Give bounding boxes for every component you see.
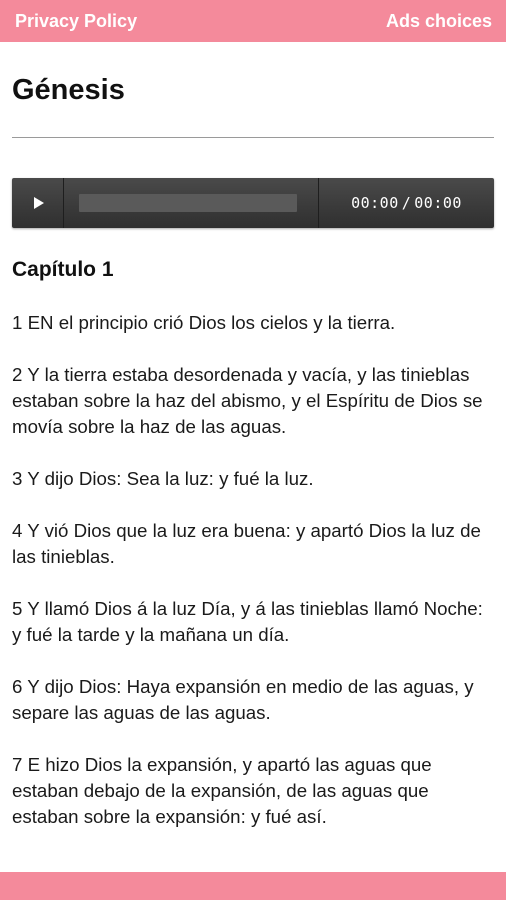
time-separator: / bbox=[401, 194, 412, 212]
bottom-bar bbox=[0, 872, 506, 900]
play-button[interactable] bbox=[12, 178, 64, 228]
time-display: 00:00/00:00 bbox=[319, 178, 494, 228]
verse: 3 Y dijo Dios: Sea la luz: y fué la luz. bbox=[12, 468, 314, 489]
verse: 2 Y la tierra estaba desordenada y vacía… bbox=[12, 364, 483, 437]
current-time: 00:00 bbox=[351, 194, 399, 212]
verse: 7 E hizo Dios la expansión, y apartó las… bbox=[12, 754, 432, 827]
top-bar: Privacy Policy Ads choices bbox=[0, 0, 506, 42]
ads-choices-link[interactable]: Ads choices bbox=[386, 0, 492, 42]
seek-bar[interactable] bbox=[79, 194, 297, 212]
audio-player: 00:00/00:00 bbox=[12, 178, 494, 228]
verse: 6 Y dijo Dios: Haya expansión en medio d… bbox=[12, 676, 474, 723]
verse: 5 Y llamó Dios á la luz Día, y á las tin… bbox=[12, 598, 483, 645]
title-divider bbox=[12, 137, 494, 138]
verse: 4 Y vió Dios que la luz era buena: y apa… bbox=[12, 520, 481, 567]
verse-list: 1 EN el principio crió Dios los cielos y… bbox=[12, 310, 494, 856]
chapter-content[interactable]: Génesis 00:00/00:00 Capítulo 1 1 EN el p… bbox=[0, 42, 506, 872]
seek-area bbox=[65, 178, 319, 228]
verse: 1 EN el principio crió Dios los cielos y… bbox=[12, 312, 396, 333]
chapter-heading: Capítulo 1 bbox=[12, 258, 114, 281]
book-title: Génesis bbox=[12, 74, 125, 106]
duration-time: 00:00 bbox=[414, 194, 462, 212]
play-icon bbox=[34, 197, 44, 209]
privacy-policy-link[interactable]: Privacy Policy bbox=[15, 0, 137, 42]
